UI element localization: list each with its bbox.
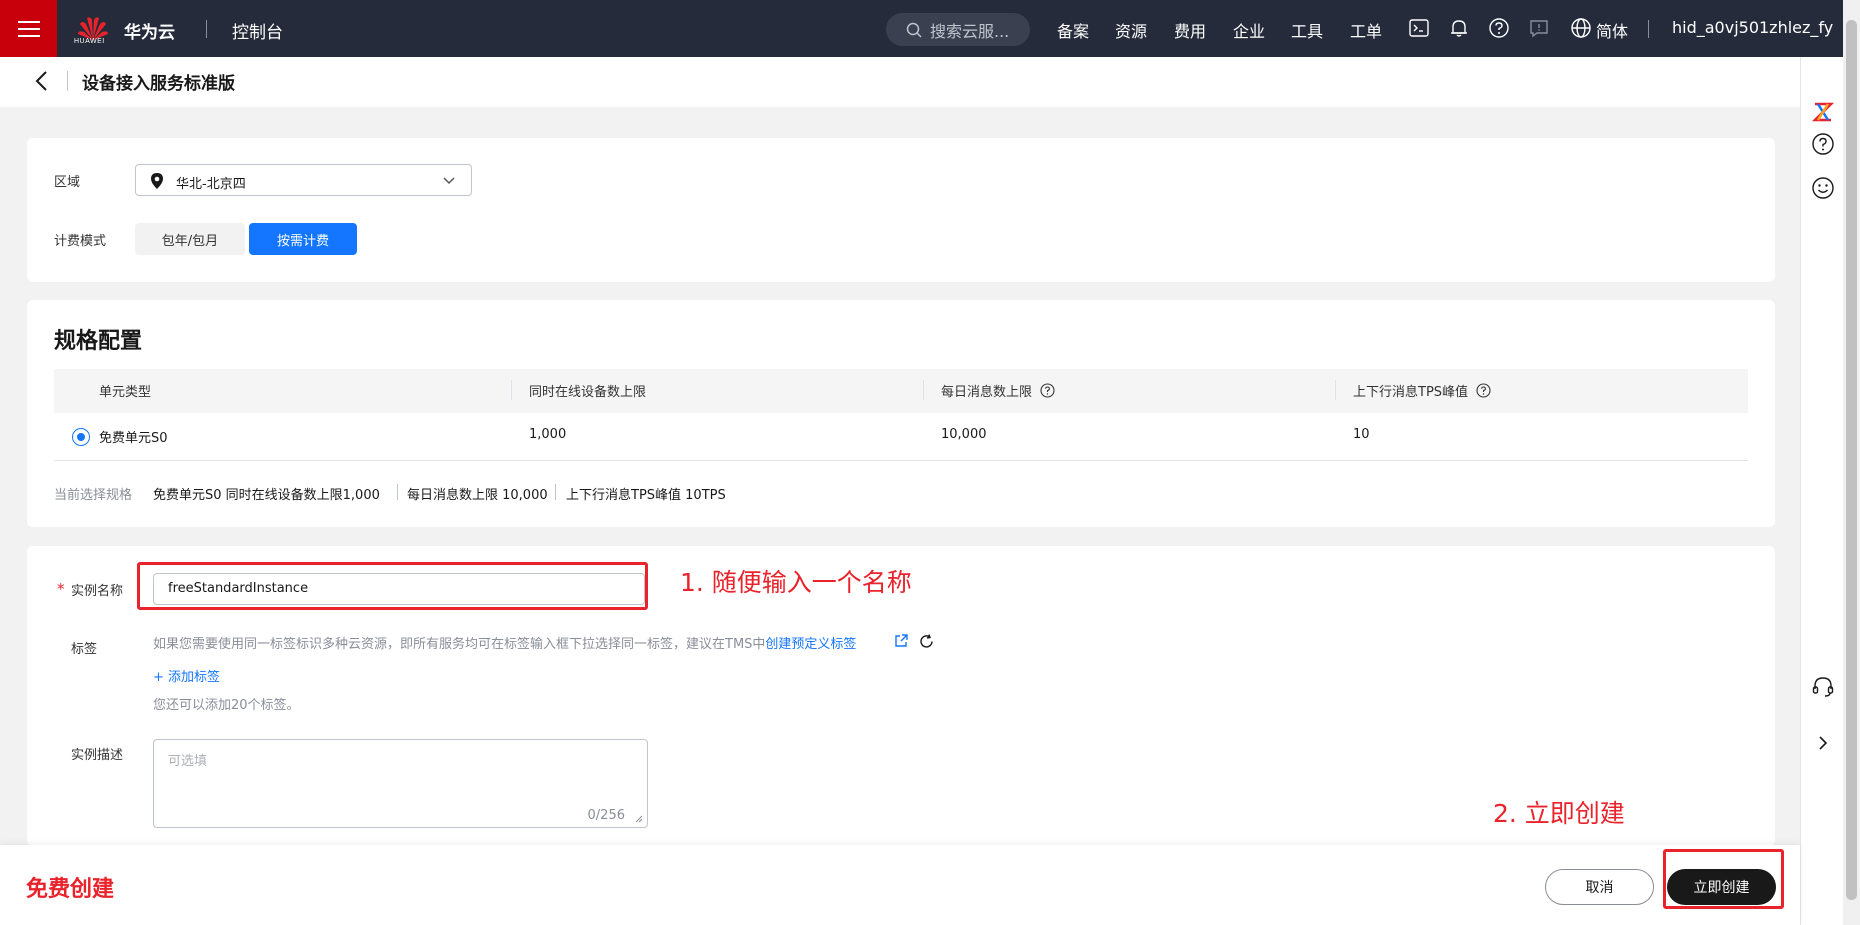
right-rail xyxy=(1800,57,1843,925)
nav-tickets[interactable]: 工单 xyxy=(1350,18,1382,42)
character-counter: 0/256 xyxy=(587,808,625,823)
description-textarea[interactable]: 可选填 0/256 xyxy=(153,739,648,828)
tag-label: 标签 xyxy=(71,642,98,657)
brand-name[interactable]: 华为云 xyxy=(124,18,175,43)
top-bar: HUAWEI 华为云 控制台 搜索云服... 备案 资源 费用 企业 工具 工单… xyxy=(0,0,1860,57)
annotation-highlight-box xyxy=(1663,849,1784,909)
search-icon xyxy=(906,22,922,38)
tag-hint: 如果您需要使用同一标签标识多种云资源，即所有服务均可在标签输入框下拉选择同一标签… xyxy=(153,637,857,652)
help-icon[interactable] xyxy=(1476,383,1491,398)
spec-table-header xyxy=(54,369,1748,413)
back-arrow-icon[interactable] xyxy=(32,68,52,94)
resize-handle-icon[interactable] xyxy=(635,815,643,823)
column-divider xyxy=(511,380,512,400)
column-header-tps-peak: 上下行消息TPS峰值 xyxy=(1353,381,1491,400)
nav-resources[interactable]: 资源 xyxy=(1115,18,1147,42)
annotation-highlight-box xyxy=(137,562,648,610)
current-spec-part-1: 免费单元S0 同时在线设备数上限1,000 xyxy=(153,488,380,503)
required-mark: * xyxy=(57,580,65,598)
cell-online-limit: 1,000 xyxy=(529,427,567,442)
column-header-daily-messages: 每日消息数上限 xyxy=(941,381,1055,400)
ai-assistant-icon[interactable] xyxy=(1810,99,1836,125)
annotation-step-1: 1. 随便输入一个名称 xyxy=(680,568,912,597)
current-spec-part-3: 上下行消息TPS峰值 10TPS xyxy=(566,488,726,503)
feedback-icon[interactable] xyxy=(1528,17,1550,39)
tag-count-hint: 您还可以添加20个标签。 xyxy=(153,698,300,713)
nav-tools[interactable]: 工具 xyxy=(1291,18,1323,42)
globe-icon[interactable] xyxy=(1570,17,1592,39)
chevron-down-icon xyxy=(443,177,455,185)
spec-section-title: 规格配置 xyxy=(54,329,143,354)
spec-radio-selected[interactable] xyxy=(72,428,90,446)
help-circle-icon[interactable] xyxy=(1810,131,1836,157)
help-icon[interactable] xyxy=(1040,383,1055,398)
billing-mode-label: 计费模式 xyxy=(54,234,107,249)
divider xyxy=(397,484,398,500)
logo-text: HUAWEI xyxy=(74,38,105,45)
divider xyxy=(555,484,556,500)
location-pin-icon xyxy=(151,173,163,189)
smiley-feedback-icon[interactable] xyxy=(1810,175,1836,201)
region-select[interactable]: 华北-北京四 xyxy=(135,164,472,196)
divider xyxy=(206,20,207,38)
scrollbar-thumb[interactable] xyxy=(1846,20,1857,900)
description-label: 实例描述 xyxy=(71,748,124,763)
cell-tps-peak: 10 xyxy=(1353,427,1370,442)
footer-bar xyxy=(0,845,1800,925)
search-box[interactable]: 搜索云服... xyxy=(886,13,1030,46)
billing-option-yearly-monthly[interactable]: 包年/包月 xyxy=(135,223,245,255)
external-link-icon[interactable] xyxy=(893,633,909,649)
page-title: 设备接入服务标准版 xyxy=(82,74,235,94)
column-header-unit-type: 单元类型 xyxy=(99,385,152,400)
language-switch[interactable]: 简体 xyxy=(1596,18,1628,42)
description-placeholder: 可选填 xyxy=(168,754,208,769)
nav-billing[interactable]: 费用 xyxy=(1174,18,1206,42)
add-tag-button[interactable]: + 添加标签 xyxy=(153,666,220,685)
headset-support-icon[interactable] xyxy=(1810,674,1836,700)
basic-config-card xyxy=(27,138,1775,282)
bell-icon[interactable] xyxy=(1448,17,1470,39)
cell-daily-messages: 10,000 xyxy=(941,427,987,442)
column-divider xyxy=(923,380,924,400)
divider xyxy=(67,71,68,91)
column-divider xyxy=(1335,380,1336,400)
nav-beian[interactable]: 备案 xyxy=(1057,18,1089,42)
instance-name-label: 实例名称 xyxy=(71,584,124,599)
current-spec-label: 当前选择规格 xyxy=(54,488,133,503)
nav-enterprise[interactable]: 企业 xyxy=(1233,18,1265,42)
table-row[interactable] xyxy=(54,413,1748,461)
terminal-icon[interactable] xyxy=(1408,17,1430,39)
annotation-step-2: 2. 立即创建 xyxy=(1493,799,1625,828)
cancel-button[interactable]: 取消 xyxy=(1545,869,1654,905)
free-create-label: 免费创建 xyxy=(26,877,115,902)
page-header: 设备接入服务标准版 xyxy=(0,57,1800,107)
refresh-icon[interactable] xyxy=(918,633,935,650)
hamburger-menu-button[interactable] xyxy=(0,0,57,57)
cell-unit-type: 免费单元S0 xyxy=(99,431,168,446)
divider xyxy=(1648,20,1649,38)
region-value: 华北-北京四 xyxy=(176,177,246,192)
create-predefined-tag-link[interactable]: 创建预定义标签 xyxy=(765,637,856,652)
search-placeholder: 搜索云服... xyxy=(930,21,1010,41)
chevron-right-icon[interactable] xyxy=(1810,730,1836,756)
help-icon[interactable] xyxy=(1488,17,1510,39)
billing-option-pay-per-use[interactable]: 按需计费 xyxy=(249,223,357,255)
region-label: 区域 xyxy=(54,175,81,190)
column-header-online-limit: 同时在线设备数上限 xyxy=(529,385,647,400)
console-link[interactable]: 控制台 xyxy=(232,18,283,43)
user-account[interactable]: hid_a0vj501zhlez_fy xyxy=(1672,18,1833,37)
current-spec-part-2: 每日消息数上限 10,000 xyxy=(407,488,548,503)
